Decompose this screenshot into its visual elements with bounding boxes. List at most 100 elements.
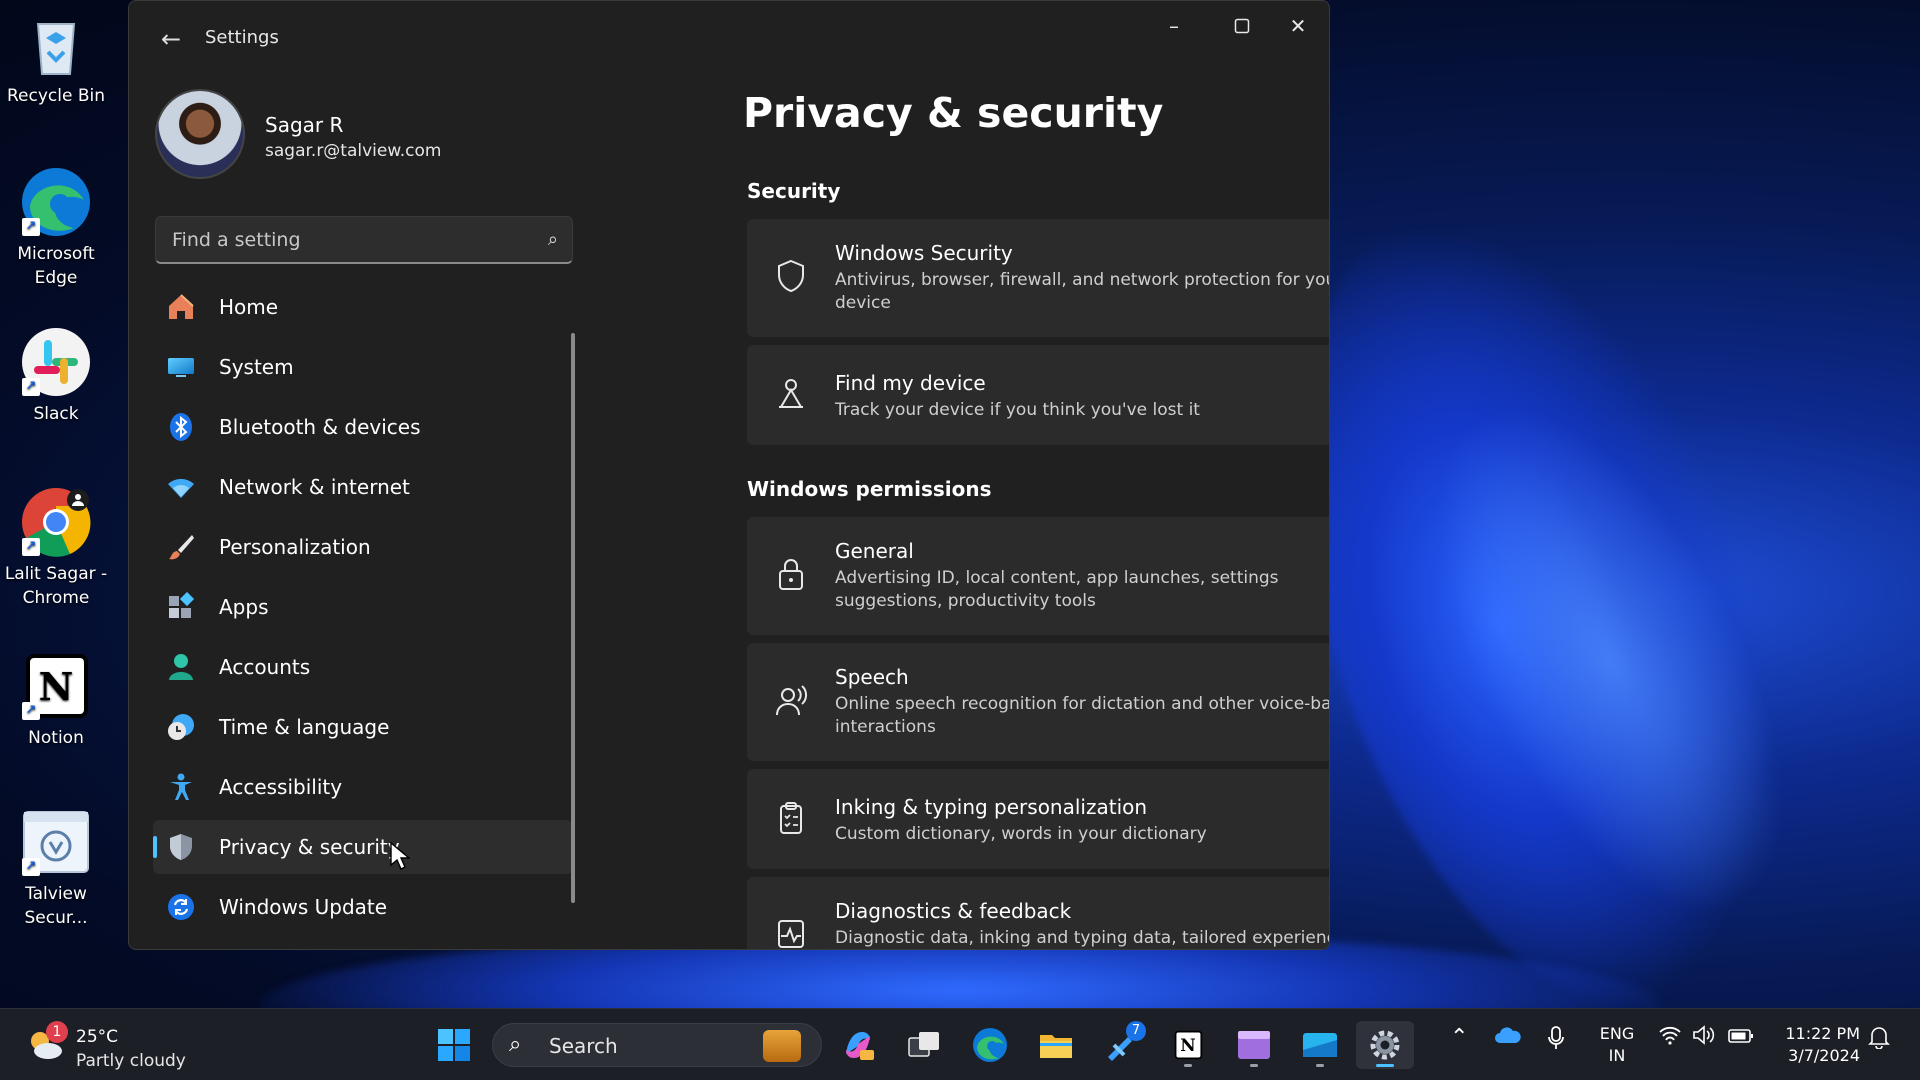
card-title: Inking & typing personalization <box>835 795 1148 819</box>
sidebar-item-accessibility[interactable]: Accessibility <box>153 760 573 814</box>
card-description: Custom dictionary, words in your diction… <box>835 824 1207 844</box>
microphone-icon <box>1548 1026 1564 1049</box>
sidebar-item-personalization[interactable]: Personalization <box>153 520 573 574</box>
start-button[interactable] <box>428 1021 480 1069</box>
close-button[interactable]: ✕ <box>1275 11 1321 41</box>
sidebar-item-windows-update[interactable]: Windows Update <box>153 880 573 934</box>
taskbar-notion[interactable]: N <box>1162 1021 1214 1069</box>
sidebar-item-privacy-security[interactable]: Privacy & security <box>153 820 573 874</box>
sidebar-item-label: System <box>219 355 294 379</box>
weather-condition: Partly cloudy <box>76 1051 186 1071</box>
taskbar-mail[interactable] <box>1294 1021 1346 1069</box>
sidebar-item-label: Time & language <box>219 715 390 739</box>
wifi-icon <box>1659 1026 1681 1045</box>
diagnostics-feedback-card[interactable]: Diagnostics & feedback Diagnostic data, … <box>747 877 1329 949</box>
taskbar-task-view[interactable] <box>898 1021 950 1069</box>
sidebar-item-network[interactable]: Network & internet <box>153 460 573 514</box>
sidebar-item-time-language[interactable]: Time & language <box>153 700 573 754</box>
weather-temp: 25°C <box>76 1027 119 1047</box>
battery-button[interactable] <box>1728 1025 1754 1050</box>
lock-icon <box>773 557 809 593</box>
sidebar-item-bluetooth[interactable]: Bluetooth & devices <box>153 400 573 454</box>
general-card[interactable]: General Advertising ID, local content, a… <box>747 517 1329 635</box>
running-indicator <box>1184 1064 1192 1067</box>
notion-icon: N <box>1174 1030 1203 1060</box>
card-description: Online speech recognition for dictation … <box>835 694 1329 737</box>
network-button[interactable] <box>1658 1025 1682 1051</box>
desktop-icon-talview[interactable]: ↗ Talview Secur... <box>0 806 112 930</box>
language-code: ENG <box>1599 1024 1635 1043</box>
minimize-button[interactable]: – <box>1151 11 1197 41</box>
accessibility-icon <box>165 771 197 803</box>
clipboard-icon <box>773 801 809 837</box>
windows-security-card[interactable]: Windows Security Antivirus, browser, fir… <box>747 219 1329 337</box>
taskbar-clipchamp[interactable] <box>1228 1021 1280 1069</box>
taskbar-edge[interactable] <box>964 1021 1016 1069</box>
microphone-button[interactable] <box>1546 1025 1566 1057</box>
find-my-device-card[interactable]: Find my device Track your device if you … <box>747 345 1329 445</box>
find-device-icon <box>773 377 809 413</box>
taskbar-settings[interactable] <box>1356 1021 1414 1069</box>
find-setting-input[interactable] <box>156 217 572 262</box>
notifications-button[interactable] <box>1868 1025 1890 1055</box>
desktop-icon-slack[interactable]: ↗ Slack <box>0 326 112 426</box>
desktop-icon-notion[interactable]: N ↗ Notion <box>0 650 112 750</box>
card-title: Windows Security <box>835 241 1013 265</box>
sidebar-item-label: Bluetooth & devices <box>219 415 421 439</box>
page-title: Privacy & security <box>743 89 1164 137</box>
desktop-icon-edge[interactable]: ↗ Microsoft Edge <box>0 166 112 290</box>
system-icon <box>165 351 197 383</box>
maximize-button[interactable] <box>1219 11 1265 41</box>
language-indicator[interactable]: ENG IN <box>1596 1023 1638 1067</box>
task-view-icon <box>908 1032 939 1057</box>
copilot-icon <box>846 1032 874 1060</box>
inking-typing-card[interactable]: Inking & typing personalization Custom d… <box>747 769 1329 869</box>
chevron-up-icon: ⌃ <box>1450 1025 1469 1050</box>
user-profile[interactable]: Sagar R sagar.r@talview.com <box>155 89 575 181</box>
desktop-icon-label: Microsoft Edge <box>17 244 95 288</box>
volume-button[interactable] <box>1692 1025 1716 1051</box>
sidebar-item-home[interactable]: Home <box>153 280 573 334</box>
desktop-icon-label: Slack <box>33 404 79 424</box>
home-icon <box>165 291 197 323</box>
briefcase-icon <box>763 1030 801 1062</box>
sidebar-item-system[interactable]: System <box>153 340 573 394</box>
clock-globe-icon <box>165 711 197 743</box>
gear-icon <box>1370 1030 1400 1060</box>
sidebar-item-label: Personalization <box>219 535 371 559</box>
running-indicator <box>1316 1064 1324 1067</box>
show-hidden-icons-button[interactable]: ⌃ <box>1450 1025 1468 1050</box>
desktop-icon-recycle-bin[interactable]: Recycle Bin <box>0 8 112 108</box>
taskbar-copilot[interactable] <box>832 1021 884 1069</box>
talview-icon: ↗ <box>20 806 92 878</box>
desktop-icon-label: Lalit Sagar - Chrome <box>4 564 108 608</box>
speech-card[interactable]: Speech Online speech recognition for dic… <box>747 643 1329 761</box>
sidebar-item-label: Home <box>219 295 279 319</box>
profile-email: sagar.r@talview.com <box>265 141 442 161</box>
close-icon: ✕ <box>1289 14 1307 38</box>
back-button[interactable]: ← <box>151 23 191 55</box>
sidebar-nav: Home System Bluetooth & devices Network … <box>153 280 573 940</box>
arrow-left-icon: ← <box>160 25 182 53</box>
sidebar-item-accounts[interactable]: Accounts <box>153 640 573 694</box>
taskbar-file-explorer[interactable] <box>1030 1021 1082 1069</box>
search-icon[interactable]: ⌕ <box>548 229 558 250</box>
find-setting-box: ⌕ <box>155 216 573 264</box>
weather-widget[interactable]: 1 25°C Partly cloudy <box>26 1019 226 1071</box>
card-description: Advertising ID, local content, app launc… <box>835 568 1279 611</box>
taskbar-search[interactable]: ⌕ Search <box>492 1023 822 1067</box>
taskbar-pinned-app[interactable]: 7 <box>1096 1021 1148 1069</box>
notion-icon: N ↗ <box>20 650 92 722</box>
folder-icon <box>1040 1035 1072 1058</box>
sidebar-scrollbar[interactable] <box>571 333 575 903</box>
card-title: Find my device <box>835 371 986 395</box>
sidebar-item-label: Network & internet <box>219 475 410 499</box>
taskbar: 1 25°C Partly cloudy ⌕ Search 7 N ⌃ ENG … <box>0 1008 1920 1080</box>
clock[interactable]: 11:22 PM 3/7/2024 <box>1774 1023 1860 1067</box>
sidebar-item-apps[interactable]: Apps <box>153 580 573 634</box>
onedrive-button[interactable] <box>1494 1025 1522 1051</box>
card-title: Speech <box>835 665 909 689</box>
desktop-icon-chrome[interactable]: ↗ Lalit Sagar - Chrome <box>0 486 112 610</box>
desktop-icon-label: Talview Secur... <box>24 884 88 928</box>
taskbar-search-label: Search <box>549 1034 618 1058</box>
